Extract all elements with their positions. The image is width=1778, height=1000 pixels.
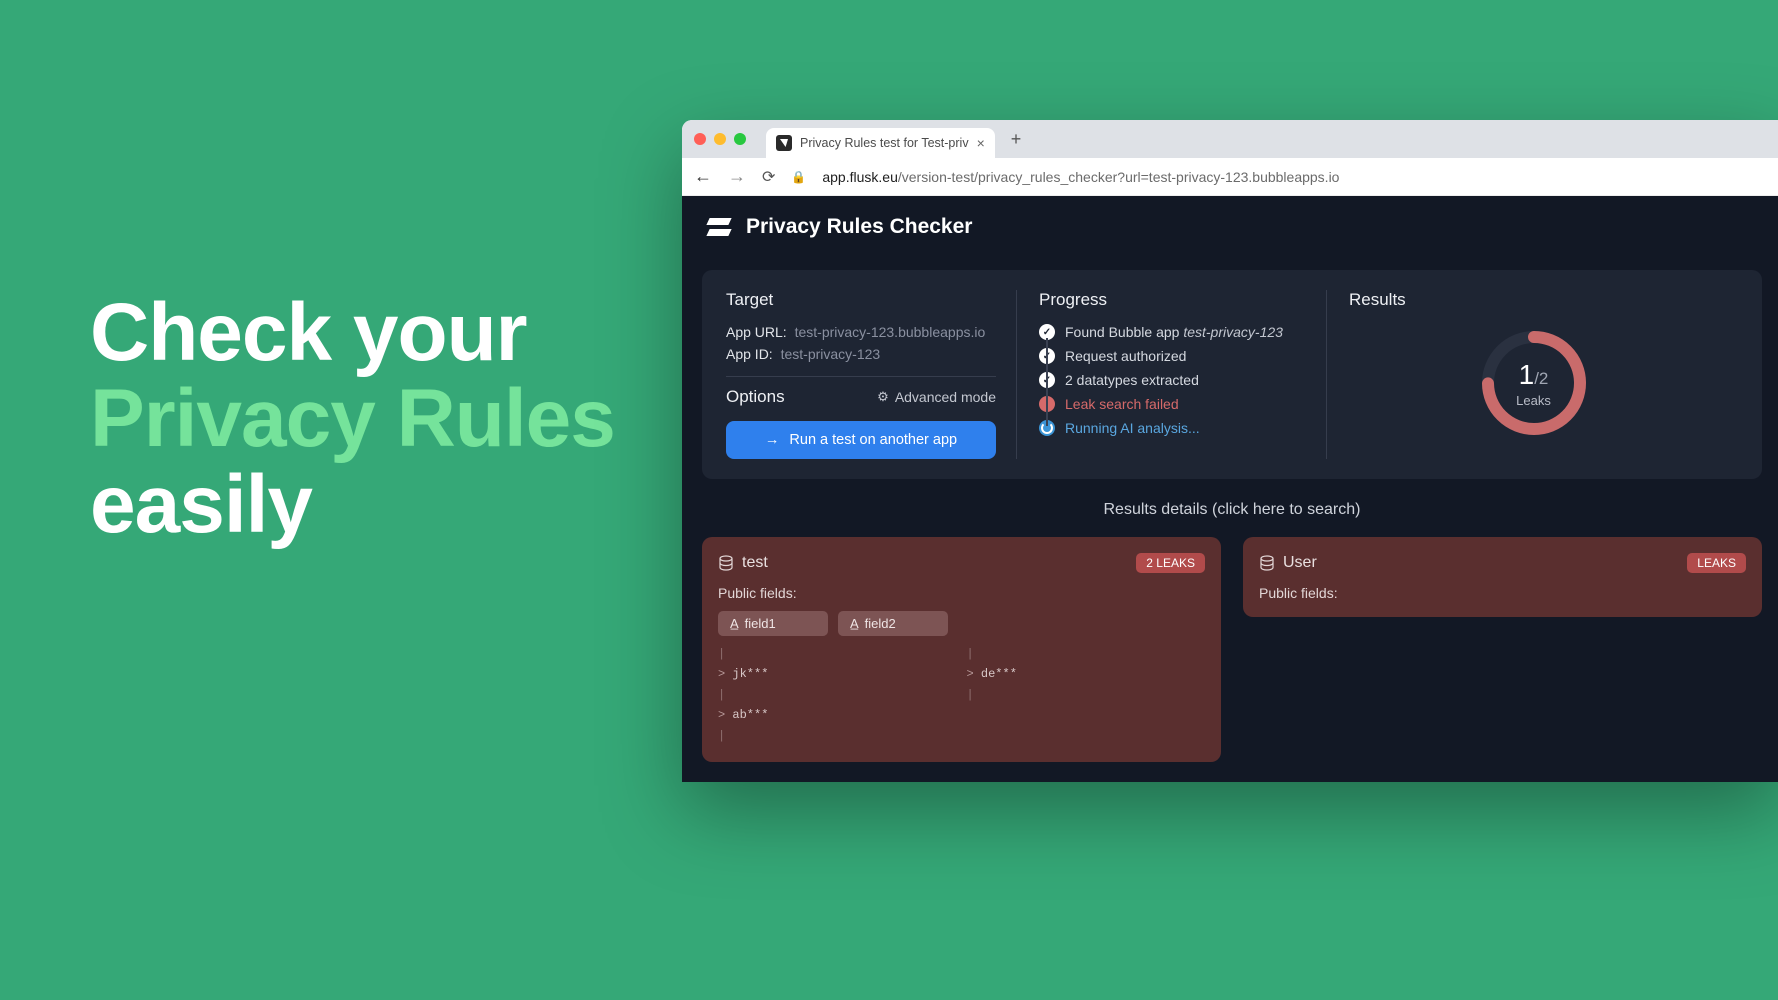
hero-headline: Check your Privacy Rules easily	[90, 290, 615, 548]
progress-connector	[1046, 338, 1048, 426]
leaks-badge: 2 LEAKS	[1136, 553, 1205, 573]
browser-tabbar: Privacy Rules test for Test-priv × +	[682, 120, 1778, 158]
new-tab-button[interactable]: +	[1003, 129, 1030, 150]
results-ratio: 1/2	[1519, 359, 1549, 391]
app-header: Privacy Rules Checker	[682, 196, 1778, 254]
close-window-icon[interactable]	[694, 133, 706, 145]
tab-title: Privacy Rules test for Test-priv	[800, 136, 969, 150]
results-details-heading[interactable]: Results details (click here to search)	[682, 501, 1778, 519]
progress-item: ✓ Found Bubble app test-privacy-123	[1039, 324, 1306, 340]
results-heading: Results	[1349, 290, 1406, 310]
forward-button[interactable]: →	[728, 166, 746, 187]
url-path: /version-test/privacy_rules_checker?url=…	[898, 169, 1340, 185]
field-chip[interactable]: A̲ field2	[838, 611, 948, 636]
browser-address-bar: ← → ⟳ 🔒 app.flusk.eu/version-test/privac…	[682, 158, 1778, 196]
app-id-label: App ID:	[726, 346, 773, 362]
hero-line-1: Check your	[90, 290, 615, 376]
close-tab-icon[interactable]: ×	[977, 135, 985, 151]
app-title: Privacy Rules Checker	[746, 215, 972, 239]
database-icon	[1259, 555, 1275, 571]
app-url-label: App URL:	[726, 324, 787, 340]
browser-window: Privacy Rules test for Test-priv × + ← →…	[682, 120, 1778, 782]
progress-list: ✓ Found Bubble app test-privacy-123 ✓ Re…	[1039, 324, 1306, 436]
progress-column: Progress ✓ Found Bubble app test-privacy…	[1016, 290, 1326, 459]
progress-item: ! Leak search failed	[1039, 396, 1306, 412]
database-icon	[718, 555, 734, 571]
minimize-window-icon[interactable]	[714, 133, 726, 145]
public-fields-label: Public fields:	[718, 585, 1205, 601]
hero-line-2: Privacy Rules	[90, 376, 615, 462]
maximize-window-icon[interactable]	[734, 133, 746, 145]
target-heading: Target	[726, 290, 996, 310]
results-column: Results 1/2 Leaks	[1326, 290, 1738, 459]
results-label: Leaks	[1516, 393, 1551, 408]
card-name: User	[1283, 554, 1317, 572]
card-name: test	[742, 554, 768, 572]
field-chips: A̲ field1 A̲ field2	[718, 611, 1205, 636]
run-test-label: Run a test on another app	[789, 432, 957, 448]
url-domain: app.flusk.eu	[822, 169, 898, 185]
public-fields-label: Public fields:	[1259, 585, 1746, 601]
window-controls	[694, 133, 746, 145]
progress-heading: Progress	[1039, 290, 1306, 310]
text-icon: A̲	[730, 616, 739, 631]
leak-samples: | jk*** | ab*** | | de*** |	[718, 644, 1205, 746]
app-url-value: test-privacy-123.bubbleapps.io	[795, 324, 986, 340]
reload-button[interactable]: ⟳	[762, 167, 775, 187]
results-donut-chart: 1/2 Leaks	[1479, 328, 1589, 438]
hero-line-3: easily	[90, 462, 615, 548]
progress-item: ✓ 2 datatypes extracted	[1039, 372, 1306, 388]
leak-card-user[interactable]: User LEAKS Public fields:	[1243, 537, 1762, 617]
results-cards: test 2 LEAKS Public fields: A̲ field1 A̲…	[702, 537, 1762, 762]
arrow-right-icon: →	[765, 432, 780, 448]
field-chip[interactable]: A̲ field1	[718, 611, 828, 636]
gear-icon: ⚙	[877, 389, 889, 405]
app-url-row: App URL: test-privacy-123.bubbleapps.io	[726, 324, 996, 340]
leak-column: | jk*** | ab*** |	[718, 644, 957, 746]
advanced-mode-label: Advanced mode	[895, 389, 996, 405]
favicon-icon	[776, 135, 792, 151]
divider	[726, 376, 996, 377]
target-column: Target App URL: test-privacy-123.bubblea…	[726, 290, 1016, 459]
text-icon: A̲	[850, 616, 859, 631]
progress-item: Running AI analysis...	[1039, 420, 1306, 436]
app-body: Privacy Rules Checker Target App URL: te…	[682, 196, 1778, 782]
leak-card-test[interactable]: test 2 LEAKS Public fields: A̲ field1 A̲…	[702, 537, 1221, 762]
advanced-mode-toggle[interactable]: ⚙ Advanced mode	[877, 389, 996, 405]
leaks-badge: LEAKS	[1687, 553, 1746, 573]
run-test-button[interactable]: → Run a test on another app	[726, 421, 996, 459]
leak-column: | de*** |	[967, 644, 1206, 746]
options-heading: Options	[726, 387, 785, 407]
flusk-logo-icon	[706, 214, 732, 240]
app-id-row: App ID: test-privacy-123	[726, 346, 996, 362]
progress-item: ✓ Request authorized	[1039, 348, 1306, 364]
lock-icon: 🔒	[791, 170, 806, 184]
app-id-value: test-privacy-123	[781, 346, 881, 362]
main-panel: Target App URL: test-privacy-123.bubblea…	[702, 270, 1762, 479]
options-row: Options ⚙ Advanced mode	[726, 387, 996, 407]
browser-tab[interactable]: Privacy Rules test for Test-priv ×	[766, 128, 995, 158]
url-field[interactable]: app.flusk.eu/version-test/privacy_rules_…	[822, 169, 1339, 185]
back-button[interactable]: ←	[694, 166, 712, 187]
